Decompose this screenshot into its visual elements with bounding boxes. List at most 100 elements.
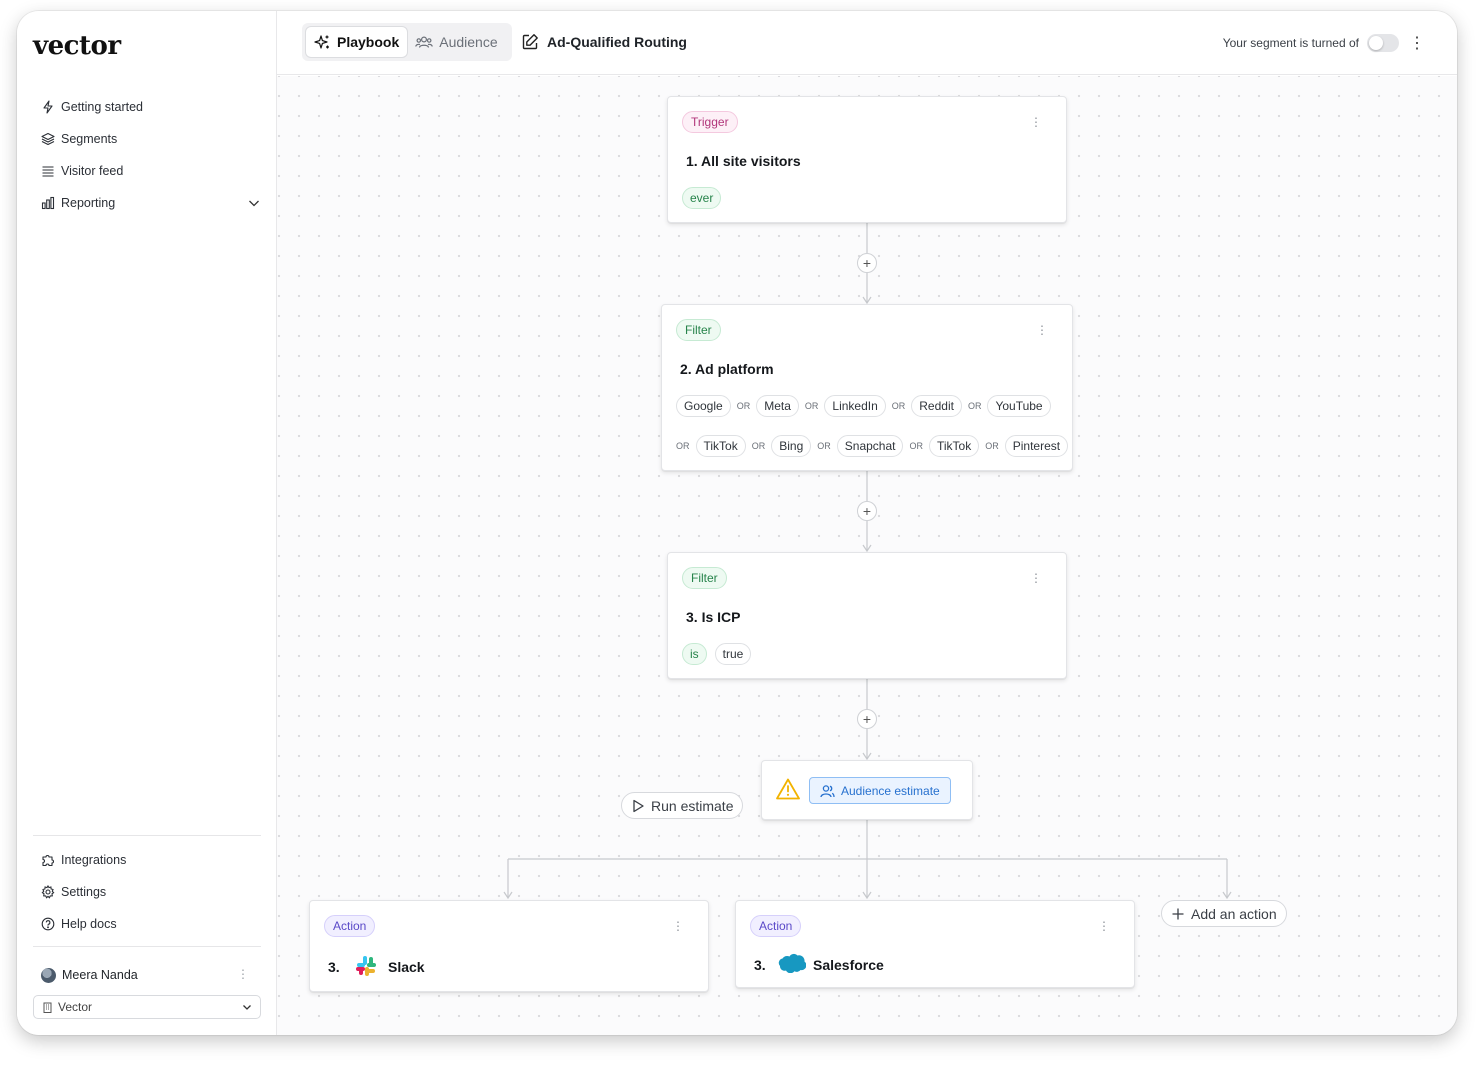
more-vertical-icon[interactable]: ⋮ <box>1036 323 1048 337</box>
condition-chip[interactable]: ever <box>682 187 722 209</box>
chevron-down-icon[interactable] <box>247 196 261 213</box>
sidebar-item-reporting[interactable]: Reporting <box>41 187 261 219</box>
or-label: OR <box>804 401 819 411</box>
value-chip[interactable]: Reddit <box>911 395 962 417</box>
value-chip[interactable]: Bing <box>771 435 812 457</box>
segment-toggle[interactable] <box>1367 34 1399 52</box>
more-vertical-icon[interactable]: ⋮ <box>1030 115 1042 129</box>
more-vertical-icon[interactable]: ⋮ <box>237 967 249 981</box>
action-number: 3. <box>754 957 766 973</box>
page-title[interactable]: Ad-Qualified Routing <box>521 33 687 51</box>
more-vertical-icon[interactable]: ⋮ <box>1409 33 1425 53</box>
top-bar: Playbook Audience Ad-Qualified Routing Y… <box>277 11 1457 75</box>
action-card-slack[interactable]: Action ⋮ 3. Slack <box>309 900 709 992</box>
layers-icon <box>41 132 55 146</box>
add-action-button[interactable]: Add an action <box>1161 900 1287 927</box>
run-estimate-button[interactable]: Run estimate <box>621 792 744 819</box>
org-name: Vector <box>58 1000 93 1014</box>
sparkle-icon <box>314 34 331 51</box>
value-chip[interactable]: true <box>714 643 752 665</box>
sidebar-item-label: Integrations <box>61 853 127 867</box>
playbook-name: Ad-Qualified Routing <box>547 34 687 50</box>
plus-icon <box>1171 907 1185 921</box>
trigger-badge: Trigger <box>682 111 738 133</box>
list-icon <box>41 164 55 178</box>
filter-values-row: OR TikTok OR Bing OR Snapchat OR TikTok … <box>670 435 1069 457</box>
audience-estimate-button[interactable]: Audience estimate <box>809 777 951 804</box>
filter-card-ad-platform[interactable]: Filter ⋮ 2. Ad platform Google OR Meta O… <box>661 304 1073 471</box>
value-chip[interactable]: LinkedIn <box>824 395 886 417</box>
app-logo[interactable]: vector <box>33 31 121 61</box>
value-chip[interactable]: Google <box>676 395 731 417</box>
run-estimate-label: Run estimate <box>651 797 734 814</box>
user-name: Meera Nanda <box>62 968 138 982</box>
flow-canvas[interactable]: Trigger ⋮ 1. All site visitors ever + Fi… <box>277 76 1457 1035</box>
or-label: OR <box>676 441 690 451</box>
more-vertical-icon[interactable]: ⋮ <box>1098 919 1110 933</box>
trigger-card[interactable]: Trigger ⋮ 1. All site visitors ever <box>667 96 1067 223</box>
value-chip[interactable]: TikTok <box>695 435 746 457</box>
operator-chip[interactable]: is <box>682 643 707 665</box>
or-label: OR <box>891 401 906 411</box>
sidebar-item-label: Visitor feed <box>61 164 124 178</box>
sidebar: vector Getting started Segments Visitor … <box>17 11 277 1035</box>
filter-title: 3. Is ICP <box>686 609 741 625</box>
segment-status-text: Your segment is turned of <box>1222 36 1359 50</box>
value-chip[interactable]: Snapchat <box>836 435 904 457</box>
building-icon <box>42 1002 53 1013</box>
slack-icon <box>354 954 378 983</box>
action-badge: Action <box>324 915 376 937</box>
sidebar-item-integrations[interactable]: Integrations <box>41 844 253 876</box>
help-icon <box>41 917 55 931</box>
filter-values-row: is true <box>682 643 752 665</box>
or-label: OR <box>736 401 751 411</box>
avatar <box>41 967 56 983</box>
more-vertical-icon[interactable]: ⋮ <box>1030 571 1042 585</box>
bolt-icon <box>41 100 55 114</box>
filter-card-is-icp[interactable]: Filter ⋮ 3. Is ICP is true <box>667 552 1067 679</box>
users-icon <box>415 34 434 51</box>
gear-icon <box>41 885 55 899</box>
value-chip[interactable]: Pinterest <box>1004 435 1069 457</box>
sidebar-item-visitor-feed[interactable]: Visitor feed <box>41 155 261 187</box>
filter-badge: Filter <box>676 319 721 341</box>
action-card-salesforce[interactable]: Action ⋮ 3. Salesforce <box>735 900 1135 988</box>
filter-badge: Filter <box>682 567 727 589</box>
sidebar-item-settings[interactable]: Settings <box>41 876 253 908</box>
filter-values-row: Google OR Meta OR LinkedIn OR Reddit OR … <box>676 395 1051 417</box>
action-name: Slack <box>388 959 425 975</box>
edit-icon[interactable] <box>521 33 539 51</box>
add-step-button[interactable]: + <box>857 253 877 273</box>
add-step-button[interactable]: + <box>857 501 877 521</box>
add-step-button[interactable]: + <box>857 709 877 729</box>
or-label: OR <box>817 441 831 451</box>
value-chip[interactable]: Meta <box>756 395 799 417</box>
view-switcher: Playbook Audience <box>302 23 512 61</box>
or-label: OR <box>967 401 982 411</box>
action-name: Salesforce <box>813 957 884 973</box>
filter-title: 2. Ad platform <box>680 361 774 377</box>
tab-label: Audience <box>439 34 498 50</box>
value-chip[interactable]: TikTok <box>928 435 980 457</box>
action-number: 3. <box>328 959 340 975</box>
org-select[interactable]: Vector <box>33 995 261 1019</box>
value-chip[interactable]: YouTube <box>987 395 1051 417</box>
add-action-label: Add an action <box>1191 905 1277 922</box>
sidebar-item-getting-started[interactable]: Getting started <box>41 91 261 123</box>
warning-icon <box>776 778 800 805</box>
play-icon <box>631 799 645 813</box>
tab-playbook[interactable]: Playbook <box>306 27 408 57</box>
trigger-title: 1. All site visitors <box>686 153 801 169</box>
sidebar-item-label: Getting started <box>61 100 143 114</box>
tab-audience[interactable]: Audience <box>407 27 505 57</box>
sidebar-item-segments[interactable]: Segments <box>41 123 261 155</box>
main-area: Playbook Audience Ad-Qualified Routing Y… <box>277 11 1457 1035</box>
app-window: vector Getting started Segments Visitor … <box>17 11 1457 1035</box>
tab-label: Playbook <box>337 34 400 50</box>
or-label: OR <box>985 441 999 451</box>
puzzle-icon <box>41 853 55 867</box>
more-vertical-icon[interactable]: ⋮ <box>672 919 684 933</box>
sidebar-item-label: Reporting <box>61 196 116 210</box>
user-menu[interactable]: Meera Nanda ⋮ <box>33 961 261 989</box>
sidebar-item-help-docs[interactable]: Help docs <box>41 908 253 940</box>
